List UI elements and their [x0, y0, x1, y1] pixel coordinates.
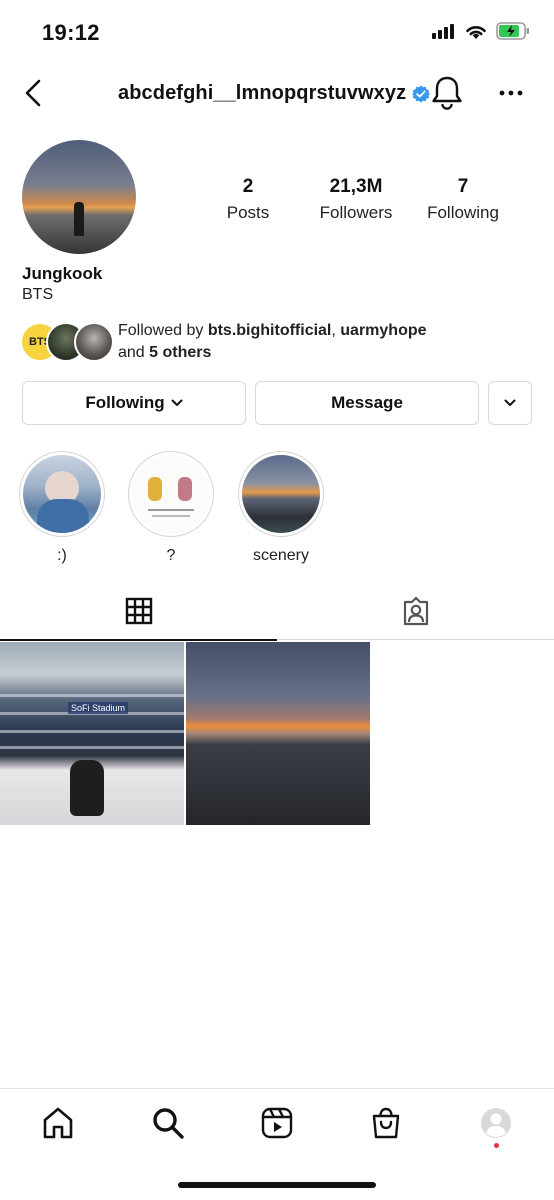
stat-followers-label: Followers	[319, 203, 393, 222]
stat-following[interactable]: 7 Following	[418, 176, 508, 223]
followed-by-user-1[interactable]: bts.bighitofficial	[208, 322, 332, 339]
stat-posts[interactable]: 2 Posts	[208, 176, 288, 223]
wifi-icon	[466, 26, 486, 39]
highlight-scenery[interactable]: scenery	[238, 451, 324, 565]
tab-posts-grid[interactable]	[0, 582, 277, 641]
followed-avatar-3	[74, 322, 114, 362]
highlight-ring	[238, 451, 324, 537]
suggested-accounts-button[interactable]	[488, 381, 532, 425]
followed-by-prefix: Followed by	[118, 322, 208, 339]
verified-badge-icon	[412, 85, 431, 102]
profile-header: abcdefghi__lmnopqrstuvwxyz	[0, 66, 554, 122]
home-indicator	[178, 1182, 376, 1188]
profile-tabs	[0, 582, 554, 641]
username: abcdefghi__lmnopqrstuvwxyz	[118, 82, 407, 104]
nav-home[interactable]	[40, 1105, 76, 1141]
tab-tagged[interactable]	[277, 582, 554, 640]
shopping-bag-icon	[372, 1107, 400, 1139]
battery-charging-icon	[496, 22, 529, 40]
username-wrap: abcdefghi__lmnopqrstuvwxyz	[118, 82, 431, 105]
chevron-down-icon	[171, 399, 183, 406]
display-name: Jungkook	[22, 264, 103, 283]
message-button[interactable]: Message	[255, 381, 479, 425]
more-options-button[interactable]	[496, 78, 526, 108]
notifications-button[interactable]	[430, 74, 464, 112]
following-button-label: Following	[85, 393, 165, 412]
highlight-cover	[132, 455, 210, 533]
home-icon	[43, 1107, 73, 1139]
tagged-person-icon	[403, 596, 428, 626]
stat-following-label: Following	[427, 203, 499, 222]
bio-text: BTS	[22, 286, 54, 303]
grid-icon	[125, 597, 152, 624]
bell-icon	[432, 76, 462, 110]
message-button-label: Message	[331, 393, 403, 412]
post-thumbnail-2[interactable]	[186, 642, 370, 825]
avatar-silhouette	[74, 202, 84, 236]
stat-followers[interactable]: 21,3M Followers	[310, 176, 402, 223]
highlight-ring	[128, 451, 214, 537]
highlight-label: ?	[166, 547, 176, 564]
nav-profile[interactable]	[478, 1105, 514, 1148]
followed-by-text[interactable]: Followed by bts.bighitofficial, uarmyhop…	[118, 320, 538, 364]
status-time: 19:12	[42, 20, 100, 45]
more-horizontal-icon	[499, 90, 523, 96]
following-button[interactable]: Following	[22, 381, 246, 425]
chevron-left-icon	[25, 79, 41, 107]
stat-posts-label: Posts	[226, 203, 270, 222]
highlight-label: scenery	[252, 547, 310, 564]
followed-by-and: and	[118, 344, 150, 361]
cellular-signal-icon	[432, 24, 454, 39]
stat-posts-value: 2	[242, 176, 254, 197]
highlight-label: :)	[57, 547, 67, 564]
followed-by-separator: ,	[331, 322, 341, 339]
highlight-ring	[19, 451, 105, 537]
highlight-cover	[23, 455, 101, 533]
highlight-smile[interactable]: :)	[19, 451, 105, 565]
highlight-question[interactable]: ?	[128, 451, 214, 565]
back-button[interactable]	[18, 76, 48, 110]
nav-shop[interactable]	[368, 1105, 404, 1141]
stat-followers-value: 21,3M	[329, 176, 383, 197]
followed-by-avatars[interactable]: BTS	[20, 322, 114, 362]
highlight-cover	[242, 455, 320, 533]
nav-search[interactable]	[150, 1105, 186, 1141]
notification-dot	[494, 1143, 499, 1148]
status-bar: 19:12	[0, 0, 554, 66]
profile-avatar-icon	[481, 1108, 511, 1138]
reels-icon	[261, 1107, 293, 1139]
followed-by-user-2[interactable]: uarmyhope	[340, 322, 426, 339]
followed-by-others[interactable]: 5 others	[149, 344, 211, 361]
stat-following-value: 7	[457, 176, 469, 197]
nav-reels[interactable]	[259, 1105, 295, 1141]
chevron-down-icon	[504, 399, 516, 406]
profile-avatar[interactable]	[22, 140, 136, 254]
post-thumbnail-1[interactable]: SoFi Stadium	[0, 642, 184, 825]
post-stadium-sign: SoFi Stadium	[68, 702, 129, 714]
search-icon	[153, 1108, 184, 1139]
status-icons	[432, 22, 530, 40]
post-person	[70, 760, 104, 816]
